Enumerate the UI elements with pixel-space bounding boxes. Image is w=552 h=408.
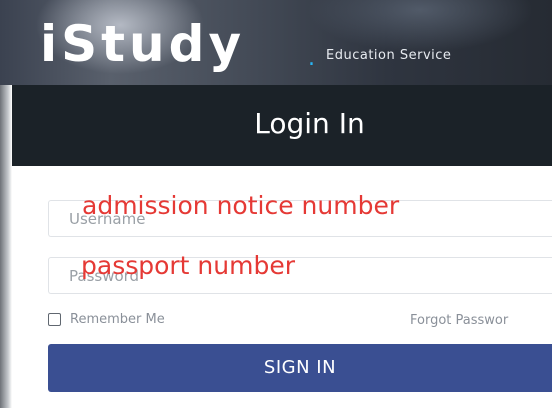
- password-field[interactable]: [48, 257, 552, 294]
- username-field[interactable]: [48, 200, 552, 237]
- forgot-password-link[interactable]: Forgot Passwor: [410, 313, 508, 328]
- login-title: Login In: [254, 107, 365, 140]
- remember-checkbox[interactable]: [48, 313, 61, 326]
- brand-tagline: Education Service: [326, 48, 452, 63]
- login-card: Login In Remember Me Forgot Passwor SIGN…: [12, 85, 552, 408]
- istudy-logo: iStudy: [40, 15, 246, 73]
- top-banner: iStudy . Education Service: [0, 0, 552, 85]
- login-header: Login In: [12, 85, 552, 166]
- sign-in-button[interactable]: SIGN IN: [48, 344, 552, 392]
- logo-dot: .: [308, 46, 315, 71]
- remember-label: Remember Me: [70, 312, 165, 327]
- left-edge-shadow: [0, 85, 12, 408]
- remember-me[interactable]: Remember Me: [48, 312, 165, 327]
